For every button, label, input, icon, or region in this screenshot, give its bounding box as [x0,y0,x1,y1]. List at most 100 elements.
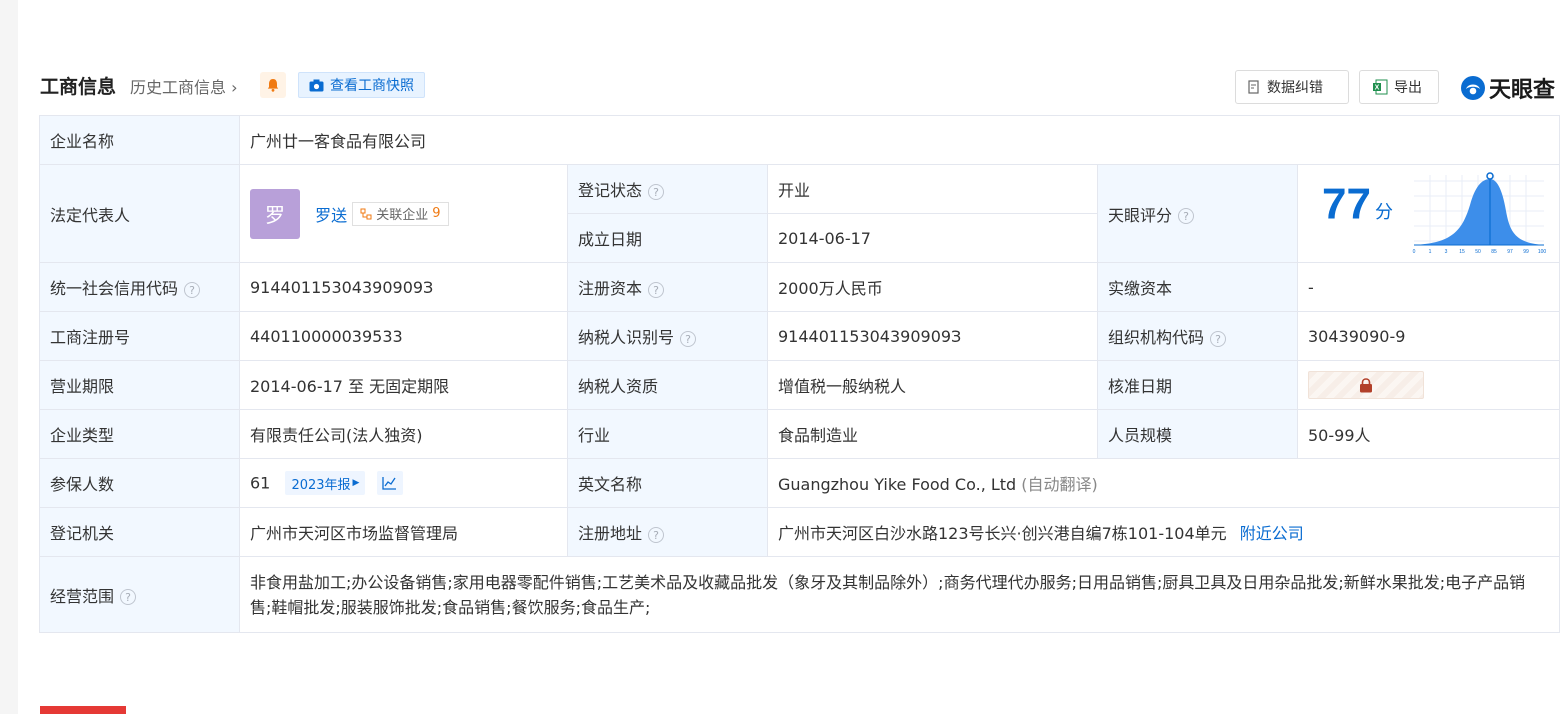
reg-number-value: 440110000039533 [239,311,568,361]
org-code-value: 30439090-9 [1296,311,1561,361]
scope-label-cell: 经营范围? [39,556,240,633]
table-row: 工商注册号 440110000039533 纳税人识别号? 9144011530… [39,311,1561,361]
locked-value-button[interactable] [1308,371,1424,399]
authority-value: 广州市天河区市场监督管理局 [239,507,568,557]
company-type-label: 企业类型 [39,409,240,459]
score-chart-tick: 0 [1413,249,1416,255]
reg-status-label-cell: 登记状态? [567,164,768,214]
established-label: 成立日期 [567,213,768,263]
table-row: 营业期限 2014-06-17 至 无固定期限 纳税人资质 增值税一般纳税人 核… [39,360,1561,410]
term-label: 营业期限 [39,360,240,410]
insured-cell: 61 2023年报 ▶ [239,458,568,508]
history-info-link[interactable]: 历史工商信息 › [130,74,238,98]
section-title: 工商信息 [40,76,117,98]
score-chart-tick: 99 [1523,249,1529,255]
english-name-label: 英文名称 [567,458,768,508]
table-row: 企业名称 广州廿一客食品有限公司 [39,115,1561,165]
chevron-right-icon: › [231,78,238,97]
company-name-value: 广州廿一客食品有限公司 [238,115,1561,165]
logo-text: 天眼查 [1489,78,1556,103]
help-icon[interactable]: ? [680,330,697,347]
snapshot-button[interactable]: 查看工商快照 [298,72,425,98]
insured-value: 61 [250,473,271,493]
address-label-cell: 注册地址? [567,507,768,557]
help-icon[interactable]: ? [648,281,665,298]
company-name-label: 企业名称 [39,115,240,165]
table-row: 企业类型 有限责任公司(法人独资) 行业 食品制造业 人员规模 50-99人 [39,409,1561,459]
score-chart-tick: 50 [1475,249,1481,255]
reg-status-value: 开业 [767,164,1098,214]
lock-icon [1360,377,1372,392]
score-chart-tick: 97 [1507,249,1513,255]
snapshot-button-label: 查看工商快照 [330,78,414,94]
reg-capital-label-cell: 注册资本? [567,262,768,312]
address-value: 广州市天河区白沙水路123号长兴·创兴港自编7栋101-104单元 [778,524,1227,543]
section-header: 工商信息 历史工商信息 › 查看工商快照 数据纠错 X 导出 天眼查 [40,70,1558,104]
nearby-companies-link[interactable]: 附近公司 [1240,524,1304,543]
org-code-label: 组织机构代码 [1108,328,1205,347]
auto-translate-note: (自动翻译) [1021,475,1098,494]
reg-number-label: 工商注册号 [39,311,240,361]
table-row: 统一社会信用代码? 91440115304390909З 注册资本? 2000万… [39,262,1561,312]
reg-status-label: 登记状态 [578,181,643,200]
business-info-table: 企业名称 广州廿一客食品有限公司 法定代表人 罗 罗送 关联企业 9 登记状态?… [39,115,1561,633]
data-correction-label: 数据纠错 [1267,80,1323,96]
score-chart-tick: 100 [1538,249,1546,255]
annual-report-label: 2023年报 [291,477,351,493]
paid-capital-value: - [1296,262,1561,312]
table-row: 参保人数 61 2023年报 ▶ 英文名称 Guangzhou Yike Food… [39,458,1561,508]
help-icon[interactable]: ? [1178,208,1195,224]
scope-label: 经营范围 [50,586,115,606]
taxpayer-id-label: 纳税人识别号 [578,328,675,347]
bell-icon [267,79,279,92]
table-row: 登记机关 广州市天河区市场监督管理局 注册地址? 广州市天河区白沙水路123号长… [39,507,1561,557]
score-unit: 分 [1374,202,1393,223]
help-icon[interactable]: ? [120,589,137,605]
company-type-value: 有限责任公司(法人独资) [239,409,568,459]
relation-icon [360,208,372,219]
table-row: 经营范围? 非食用盐加工;办公设备销售;家用电器零配件销售;工艺美术品及收藏品批… [39,556,1561,633]
score-chart-tick: 15 [1459,249,1465,255]
industry-label: 行业 [567,409,768,459]
help-icon[interactable]: ? [648,526,665,543]
data-correction-button[interactable]: 数据纠错 [1235,70,1349,104]
help-icon[interactable]: ? [1210,330,1227,347]
english-name-value: Guangzhou Yike Food Co., Ltd [778,475,1017,494]
history-info-label: 历史工商信息 [130,78,227,97]
help-icon[interactable]: ? [648,183,665,200]
camera-icon [309,79,324,91]
trend-icon [382,477,397,490]
monitor-bell-button[interactable] [260,72,286,98]
score-label-cell: 天眼评分? [1097,164,1298,263]
trend-chart-button[interactable] [376,471,403,495]
authority-label: 登记机关 [39,507,240,557]
avatar[interactable]: 罗 [250,188,300,239]
english-name-cell: Guangzhou Yike Food Co., Ltd (自动翻译) [766,458,1561,508]
help-icon[interactable]: ? [184,281,201,298]
legal-rep-name-link[interactable]: 罗送 [315,206,347,225]
credit-code-label: 统一社会信用代码 [50,279,179,298]
taxpayer-id-label-cell: 纳税人识别号? [567,311,768,361]
tianyancha-logo-icon [1461,76,1485,100]
export-button[interactable]: X 导出 [1359,70,1439,104]
score-label: 天眼评分 [1108,205,1173,225]
score-value: 77 [1322,179,1371,228]
approval-date-cell [1296,360,1561,410]
reg-capital-value: 2000万人民币 [767,262,1098,312]
score-cell[interactable]: 77 分 0 1 3 15 50 85 97 99 100 [1296,164,1561,263]
credit-code-label-cell: 统一社会信用代码? [39,262,240,312]
related-companies-tag[interactable]: 关联企业 9 [352,201,449,226]
taxpayer-type-label: 纳税人资质 [567,360,768,410]
score-chart-tick: 85 [1491,249,1497,255]
annual-report-tag[interactable]: 2023年报 ▶ [285,471,366,495]
legal-rep-cell: 罗 罗送 关联企业 9 [239,164,568,263]
score-chart-tick: 1 [1429,249,1432,255]
taxpayer-id-value: 91440115304390909З [767,311,1098,361]
related-companies-count: 9 [432,206,441,221]
score-distribution-chart: 0 1 3 15 50 85 97 99 100 [1413,171,1546,255]
paid-capital-label: 实缴资本 [1097,262,1298,312]
scope-value: 非食用盐加工;办公设备销售;家用电器零配件销售;工艺美术品及收藏品批发（象牙及其… [238,556,1561,633]
next-section-title [40,706,126,714]
address-label: 注册地址 [578,524,643,543]
credit-code-value: 91440115304390909З [239,262,568,312]
